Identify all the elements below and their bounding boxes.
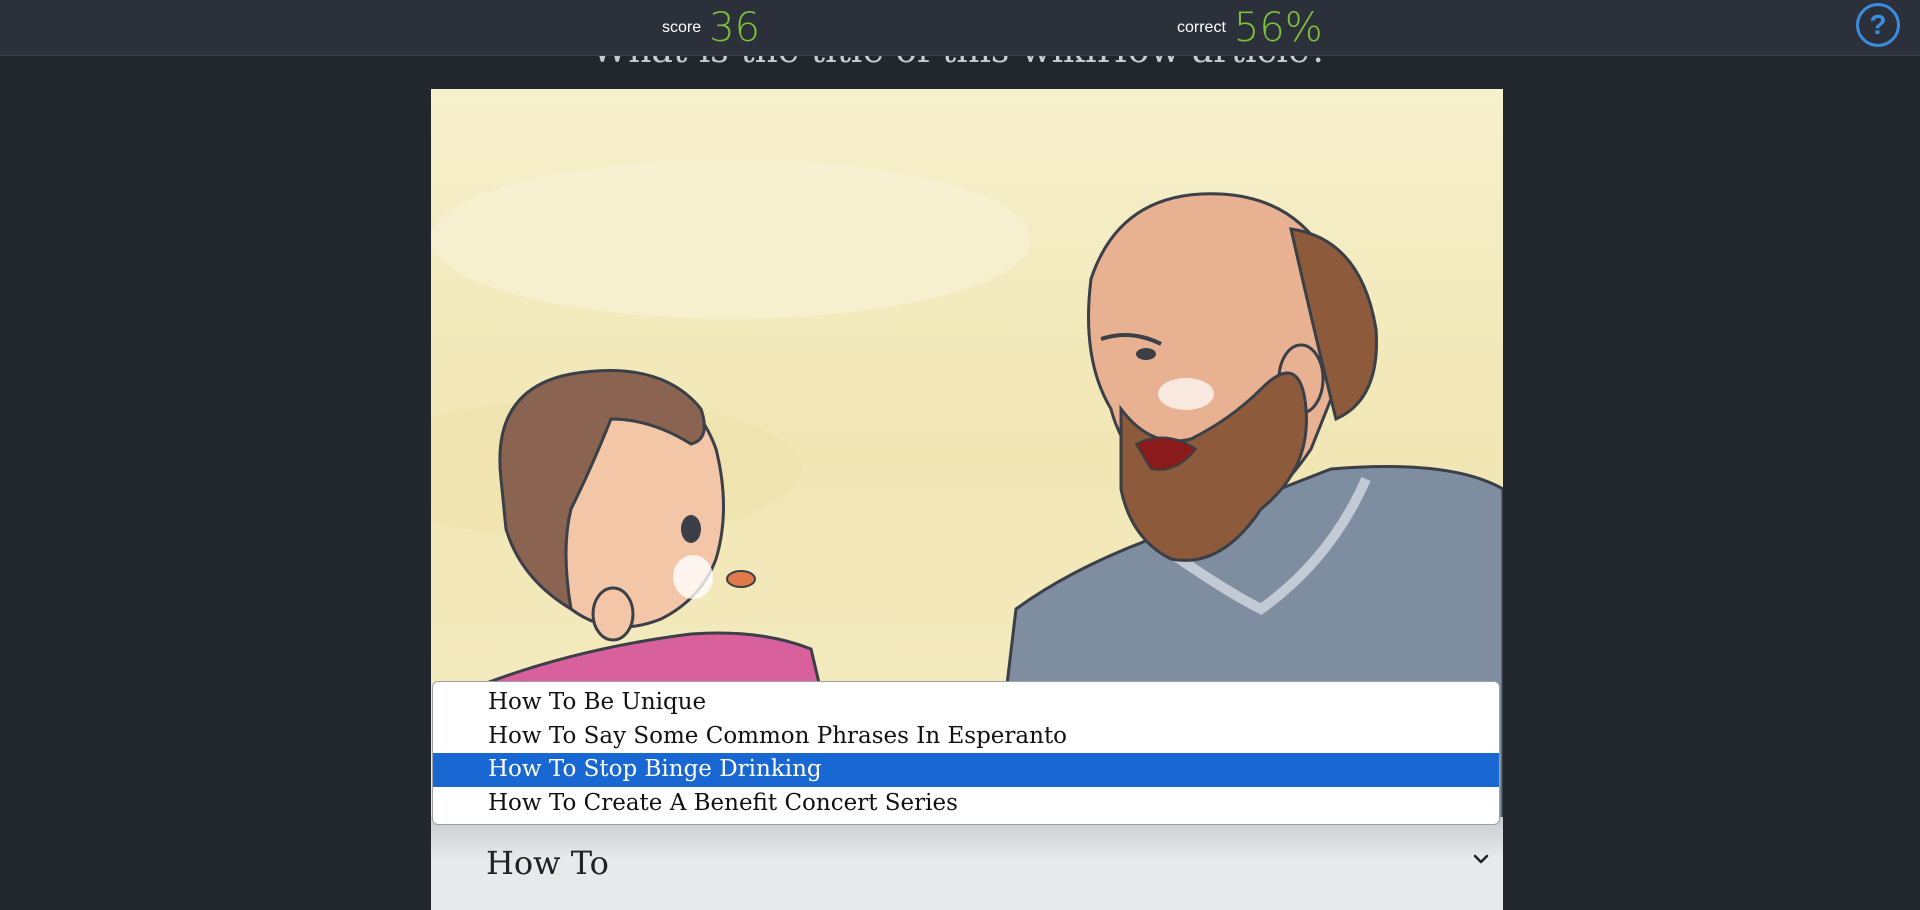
select-current-value: How To [486, 844, 609, 882]
help-button[interactable]: ? [1856, 3, 1900, 47]
correct-value: 56% [1233, 4, 1323, 51]
score-label: score [662, 18, 702, 36]
score-stat: score 36 [662, 0, 760, 55]
option-be-unique[interactable]: How To Be Unique [433, 686, 1499, 720]
option-stop-binge-drinking[interactable]: How To Stop Binge Drinking [433, 753, 1499, 787]
correct-label: correct [1177, 18, 1226, 36]
chevron-down-icon [1473, 854, 1489, 864]
score-value: 36 [709, 4, 761, 51]
top-bar: score 36 correct 56% ? [0, 0, 1920, 56]
question-mark-icon: ? [1869, 9, 1887, 40]
title-options-list[interactable]: How To Be Unique How To Say Some Common … [432, 681, 1500, 825]
option-benefit-concert-series[interactable]: How To Create A Benefit Concert Series [433, 787, 1499, 821]
correct-stat: correct 56% [1177, 0, 1323, 55]
title-select[interactable]: How To [431, 817, 1503, 910]
option-esperanto-phrases[interactable]: How To Say Some Common Phrases In Espera… [433, 720, 1499, 754]
